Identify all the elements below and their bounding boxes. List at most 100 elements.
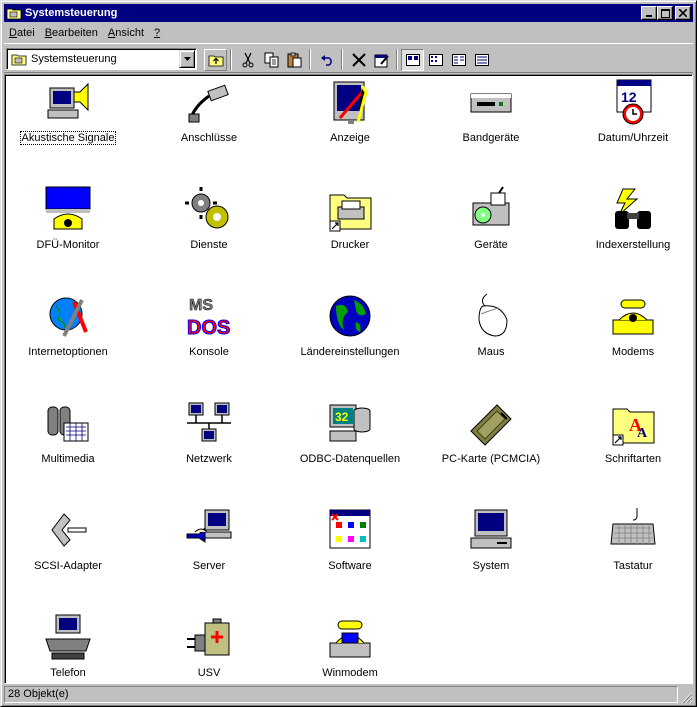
- status-text: 28 Objekt(e): [4, 686, 678, 703]
- printer-folder-icon: [329, 194, 372, 232]
- control-panel-item[interactable]: System: [426, 506, 556, 586]
- control-panel-item[interactable]: Anschlüsse: [144, 78, 274, 158]
- menu-ansicht[interactable]: Ansicht: [103, 27, 149, 39]
- delete-button[interactable]: [347, 49, 370, 71]
- control-panel-item[interactable]: Multimedia: [3, 399, 133, 479]
- control-panel-item-label: ODBC-Datenquellen: [299, 453, 401, 465]
- toolbar-separator: [309, 49, 311, 70]
- control-panel-item[interactable]: MS DOS Konsole: [144, 292, 274, 372]
- control-panel-item-label: Anschlüsse: [180, 132, 238, 144]
- control-panel-item[interactable]: USV: [144, 613, 274, 693]
- control-panel-item[interactable]: Ländereinstellungen: [285, 292, 415, 372]
- binoculars-icon: [615, 188, 651, 229]
- fonts-folder-icon: AA: [612, 408, 655, 446]
- control-panel-item-label: Geräte: [474, 239, 508, 251]
- details-icon: [474, 54, 489, 66]
- view-large-icons-button[interactable]: [401, 49, 424, 71]
- control-panel-item[interactable]: Indexerstellung: [568, 185, 697, 265]
- copy-button[interactable]: [260, 49, 283, 71]
- address-value: Systemsteuerung: [31, 53, 117, 65]
- control-panel-folder-icon: [6, 8, 22, 20]
- port-cable-icon: [188, 84, 229, 123]
- control-panel-item[interactable]: PC-Karte (PCMCIA): [426, 399, 556, 479]
- resize-grip-icon[interactable]: [680, 691, 693, 704]
- control-panel-item[interactable]: Software: [285, 506, 415, 586]
- gears-icon: [185, 187, 229, 229]
- globe-tools-icon: [49, 297, 88, 337]
- server-icon: [186, 509, 232, 543]
- control-panel-item-label: Winmodem: [322, 667, 378, 679]
- globe-icon: [329, 295, 371, 337]
- title-bar[interactable]: Systemsteuerung: [4, 4, 693, 22]
- control-panel-item[interactable]: Bandgeräte: [426, 78, 556, 158]
- control-panel-item[interactable]: Winmodem: [285, 613, 415, 693]
- control-panel-item[interactable]: Telefon: [3, 613, 133, 693]
- view-list-button[interactable]: [447, 49, 470, 71]
- maximize-icon: [660, 8, 670, 18]
- dialup-monitor-icon: [45, 186, 91, 230]
- control-panel-item-label: Internetoptionen: [28, 346, 108, 358]
- address-combobox[interactable]: Systemsteuerung: [6, 48, 197, 70]
- toolbar-separator: [396, 49, 398, 70]
- cut-button[interactable]: [236, 49, 259, 71]
- keyboard-icon: [610, 508, 656, 545]
- svg-text:A: A: [637, 426, 648, 441]
- control-panel-item-label: Telefon: [50, 667, 86, 679]
- svg-text:32: 32: [335, 410, 349, 424]
- address-dropdown-button[interactable]: [179, 50, 195, 68]
- maximize-button[interactable]: [657, 6, 673, 20]
- toolbar-separator: [341, 49, 343, 70]
- view-details-button[interactable]: [470, 49, 493, 71]
- close-icon: [679, 9, 687, 17]
- control-panel-item-label: Multimedia: [41, 453, 95, 465]
- control-panel-item-label: Indexerstellung: [595, 239, 671, 251]
- control-panel-item[interactable]: Drucker: [285, 185, 415, 265]
- control-panel-item[interactable]: A A Schriftarten: [568, 399, 697, 479]
- minimize-icon: [646, 15, 652, 17]
- properties-button[interactable]: [370, 49, 393, 71]
- delete-x-icon: [351, 53, 366, 67]
- control-panel-item-label: Maus: [477, 346, 505, 358]
- control-panel-item-label: Anzeige: [330, 132, 370, 144]
- control-panel-item[interactable]: Internetoptionen: [3, 292, 133, 372]
- control-panel-item[interactable]: Tastatur: [568, 506, 697, 586]
- control-panel-item[interactable]: Akustische Signale: [3, 78, 133, 158]
- control-panel-item-label: Bandgeräte: [462, 132, 520, 144]
- paste-button[interactable]: [283, 49, 306, 71]
- undo-button[interactable]: [315, 49, 338, 71]
- control-panel-item[interactable]: 32 ODBC-Datenquellen: [285, 399, 415, 479]
- close-button[interactable]: [675, 6, 691, 20]
- view-small-icons-button[interactable]: [424, 49, 447, 71]
- icon-view[interactable]: Akustische Signale Anschlüsse Anzeige Bandg…: [4, 74, 693, 684]
- control-panel-item[interactable]: DFÜ-Monitor: [3, 185, 133, 265]
- control-panel-item-label: Modems: [611, 346, 655, 358]
- control-panel-item[interactable]: SCSI-Adapter: [3, 506, 133, 586]
- toolbar: Systemsteuerung: [4, 43, 693, 73]
- control-panel-item[interactable]: 12 Datum/Uhrzeit: [568, 78, 697, 158]
- control-panel-item[interactable]: Maus: [426, 292, 556, 372]
- scsi-icon: [51, 513, 87, 547]
- up-folder-button[interactable]: [204, 49, 227, 71]
- control-panel-item[interactable]: Modems: [568, 292, 697, 372]
- menu-help[interactable]: ?: [149, 27, 165, 39]
- devices-icon: [472, 186, 510, 226]
- large-icons-icon: [405, 54, 420, 66]
- copy-icon: [264, 52, 278, 68]
- control-panel-item[interactable]: Anzeige: [285, 78, 415, 158]
- control-panel-item-label: System: [472, 560, 510, 572]
- software-icon: [329, 509, 371, 549]
- control-panel-item[interactable]: Dienste: [144, 185, 274, 265]
- calendar-clock-icon: 12: [616, 79, 652, 125]
- control-panel-item-label: Schriftarten: [604, 453, 662, 465]
- control-panel-item[interactable]: Geräte: [426, 185, 556, 265]
- control-panel-item[interactable]: Server: [144, 506, 274, 586]
- control-panel-item[interactable]: Netzwerk: [144, 399, 274, 479]
- properties-icon: [374, 54, 389, 68]
- minimize-button[interactable]: [641, 6, 657, 20]
- control-panel-item-label: Drucker: [330, 239, 370, 251]
- menu-datei[interactable]: Datei: [4, 27, 40, 39]
- menu-bearbeiten[interactable]: Bearbeiten: [40, 27, 103, 39]
- list-icon: [451, 54, 466, 66]
- control-panel-item-label: USV: [197, 667, 221, 679]
- telephony-icon: [45, 614, 91, 660]
